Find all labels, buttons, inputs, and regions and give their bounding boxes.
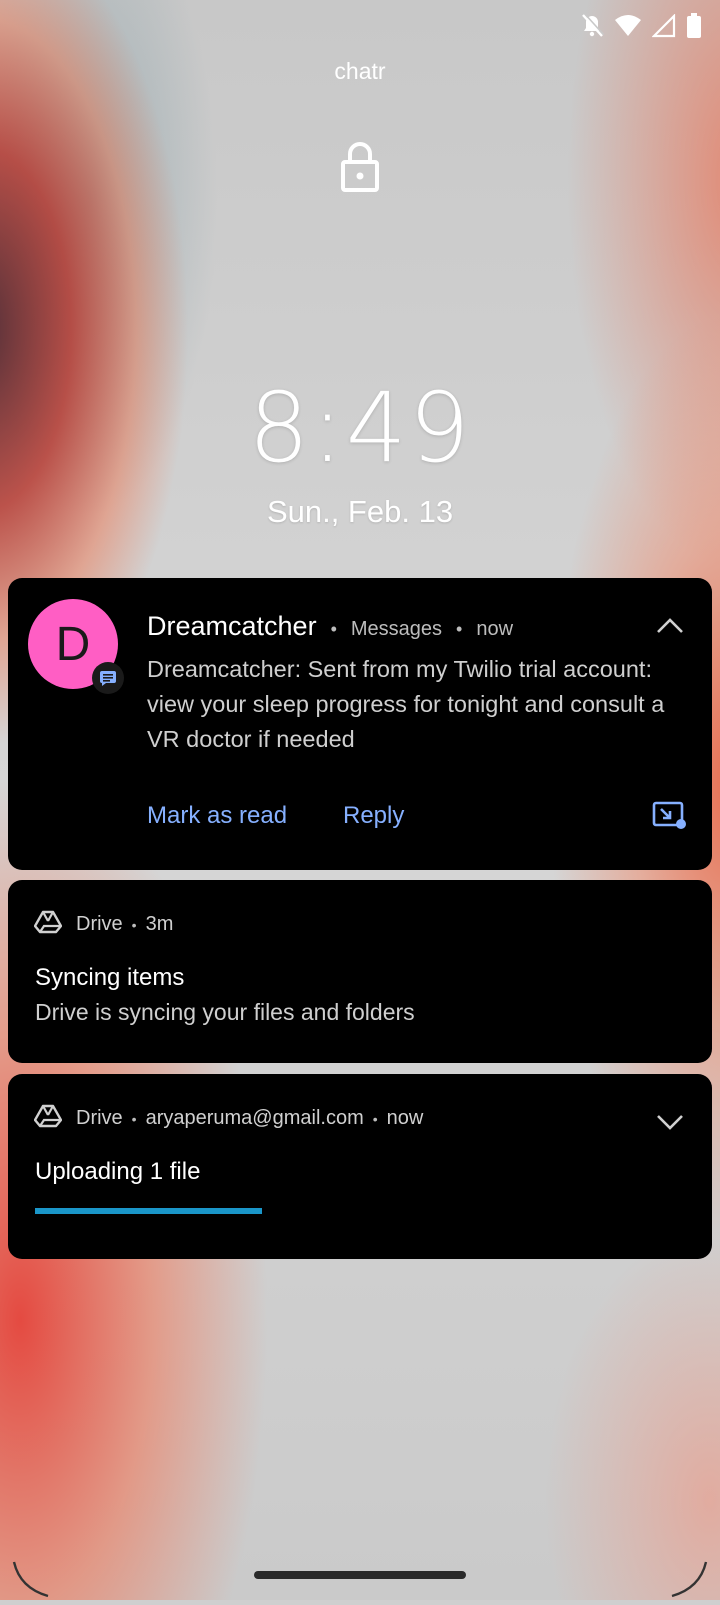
notifications-off-icon xyxy=(580,13,604,39)
drive-icon xyxy=(33,1104,63,1133)
drive-upload-notification[interactable]: Drive • aryaperuma@gmail.com • now Uploa… xyxy=(8,1074,712,1259)
messages-app-icon xyxy=(92,662,124,694)
separator-dot: • xyxy=(330,619,337,639)
notification-title: Uploading 1 file xyxy=(35,1158,201,1185)
notification-text: Drive is syncing your files and folders xyxy=(35,999,415,1025)
cell-signal-icon xyxy=(652,14,676,38)
notification-header: Drive • aryaperuma@gmail.com • now xyxy=(33,1104,424,1133)
app-name: Messages xyxy=(350,618,443,640)
lock-icon xyxy=(340,140,380,192)
message-notification[interactable]: D Dreamcatcher • Messages • now Dreamcat… xyxy=(8,578,712,870)
notification-time: now xyxy=(476,618,514,640)
message-text: Dreamcatcher: Sent from my Twilio trial … xyxy=(147,656,665,752)
app-name: Drive xyxy=(76,913,123,935)
notification-time: now xyxy=(386,1107,424,1129)
home-gesture-bar[interactable] xyxy=(254,1571,466,1579)
corner-indicator xyxy=(668,1560,708,1600)
reply-button[interactable]: Reply xyxy=(343,802,404,830)
battery-icon xyxy=(686,13,702,39)
notification-header: Dreamcatcher • Messages • now xyxy=(147,611,513,642)
progress-fill xyxy=(35,1208,262,1214)
sender-name: Dreamcatcher xyxy=(147,611,317,641)
lockscreen-clock: 8:49 xyxy=(248,372,472,485)
corner-indicator xyxy=(12,1560,52,1600)
separator-dot: • xyxy=(131,916,137,933)
separator-dot: • xyxy=(456,619,463,639)
notification-header: Drive • 3m xyxy=(33,910,174,939)
lockscreen-date: Sun., Feb. 13 xyxy=(266,494,454,529)
carrier-name: chatr xyxy=(334,58,386,84)
chevron-up-icon[interactable] xyxy=(654,614,686,638)
avatar-letter: D xyxy=(55,617,91,671)
notification-time: 3m xyxy=(145,913,174,935)
app-name: Drive xyxy=(76,1107,123,1129)
wifi-icon xyxy=(614,14,642,38)
upload-progress-bar xyxy=(35,1208,683,1214)
separator-dot: • xyxy=(372,1110,378,1127)
separator-dot: • xyxy=(131,1110,137,1127)
chevron-down-icon[interactable] xyxy=(654,1110,686,1134)
notification-title: Syncing items xyxy=(35,964,185,991)
mark-as-read-button[interactable]: Mark as read xyxy=(147,802,287,830)
picture-in-picture-icon[interactable] xyxy=(652,800,686,830)
drive-sync-notification[interactable]: Drive • 3m Syncing items Drive is syncin… xyxy=(8,880,712,1063)
drive-icon xyxy=(33,910,63,939)
status-bar xyxy=(580,8,702,44)
account-email: aryaperuma@gmail.com xyxy=(145,1107,364,1129)
